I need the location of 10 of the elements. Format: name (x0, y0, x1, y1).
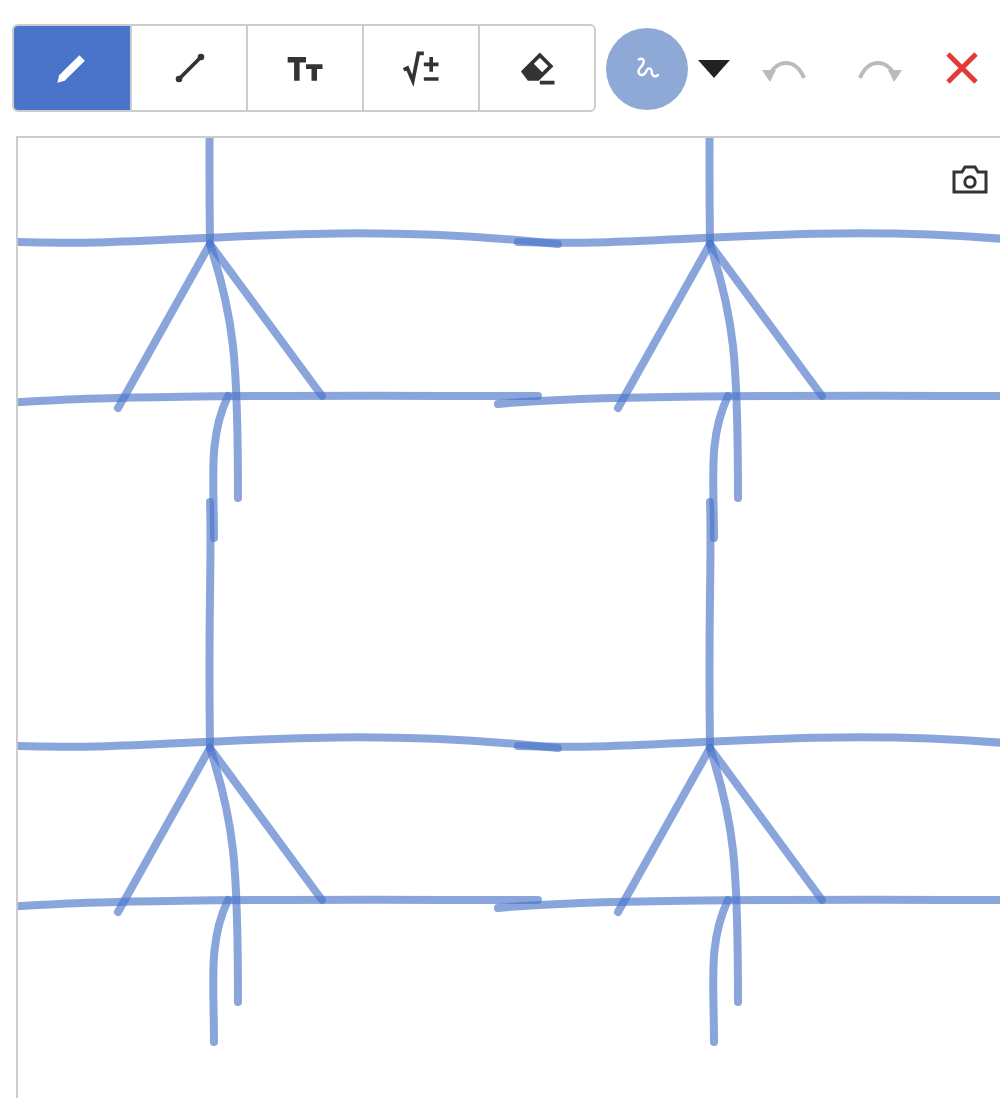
caret-icon (698, 59, 730, 77)
math-icon (399, 46, 443, 90)
close-icon (946, 52, 978, 84)
squiggle-icon (633, 54, 661, 82)
pen-color-button[interactable] (606, 27, 688, 109)
pen-tool-button[interactable] (14, 26, 130, 110)
close-button[interactable] (946, 52, 978, 84)
dropdown-caret-button[interactable] (698, 59, 730, 77)
camera-icon[interactable] (952, 164, 988, 194)
eraser-tool-button[interactable] (478, 26, 594, 110)
